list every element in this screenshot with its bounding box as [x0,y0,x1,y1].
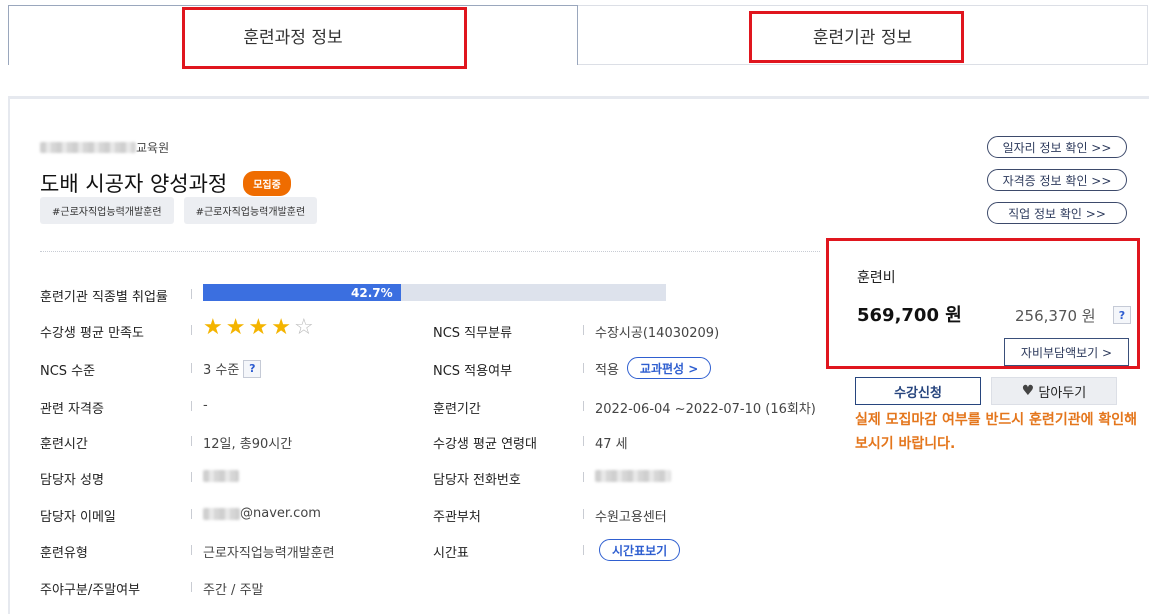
satisfaction-stars: ★ ★ ★ ★ ☆ [203,317,314,339]
heart-icon: ♥ [1021,383,1035,399]
curriculum-button[interactable]: 교과편성 > [626,357,712,379]
star-filled-icon: ★ [271,315,291,340]
divider [583,325,584,335]
tab-bar: 훈련과정 정보 훈련기관 정보 [8,5,1148,65]
course-title-row: 도배 시공자 양성과정 모집중 [40,168,291,198]
ncs-applied-value-row: 적용 교과편성 > [595,357,712,379]
help-button[interactable]: ? [243,359,262,378]
divider [191,325,192,335]
divider [583,545,584,555]
related-cert-value: - [203,398,208,413]
related-cert-label: 관련 자격증 [40,402,104,417]
divider [191,582,192,592]
ministry-value: 수원고용센터 [595,510,667,525]
divider [191,472,192,482]
divider [40,251,820,252]
employment-rate-value: 42.7% [351,285,393,300]
satisfaction-label: 수강생 평균 만족도 [40,326,144,341]
employment-rate-fill: 42.7% [203,284,401,301]
divider [191,545,192,555]
training-type-value: 근로자직업능력개발훈련 [203,546,335,561]
ministry-label: 주관부처 [433,510,481,525]
hashtag-list: #근로자직업능력개발훈련 #근로자직업능력개발훈련 [40,197,318,224]
training-fee-box: 훈련비 569,700 원 256,370 원 ? 자비부담액보기 > [826,238,1140,369]
divider [191,289,192,299]
redacted-manager-name [203,470,239,482]
divider [191,363,192,373]
ncs-applied-label: NCS 적용여부 [433,364,513,379]
training-hours-label: 훈련시간 [40,437,88,452]
manager-email-value-row: @naver.com [203,506,321,521]
divider [583,401,584,411]
employment-rate-label: 훈련기관 직종별 취업률 [40,290,168,305]
timetable-button[interactable]: 시간표보기 [599,539,681,561]
ncs-applied-value: 적용 [595,362,619,378]
training-hours-value: 12일, 총90시간 [203,437,293,452]
training-period-label: 훈련기간 [433,402,481,417]
fee-total: 569,700 원 [857,305,962,326]
tab-course-info[interactable]: 훈련과정 정보 [8,5,578,65]
star-filled-icon: ★ [203,315,223,340]
redacted-phone [595,470,671,482]
training-type-label: 훈련유형 [40,546,88,561]
star-filled-icon: ★ [225,315,246,340]
ncs-category-label: NCS 직무분류 [433,326,513,341]
self-pay-button[interactable]: 자비부담액보기 > [1004,338,1129,366]
help-button[interactable]: ? [1113,306,1131,324]
avg-age-value: 47 세 [595,437,628,452]
ncs-category-value: 수장시공(14030209) [595,326,720,341]
info-link-buttons: 일자리 정보 확인 >> 자격증 정보 확인 >> 직업 정보 확인 >> [987,136,1127,235]
divider [583,509,584,519]
timetable-label: 시간표 [433,546,469,561]
divider [191,509,192,519]
institution-suffix: 교육원 [136,141,170,155]
course-title: 도배 시공자 양성과정 [40,172,228,196]
day-night-label: 주야구분/주말여부 [40,583,141,598]
fee-title: 훈련비 [857,270,896,286]
status-badge: 모집중 [243,170,291,196]
tab-institution-info[interactable]: 훈련기관 정보 [578,5,1148,65]
divider [191,436,192,446]
institution-name: 교육원 [40,139,169,156]
manager-phone-label: 담당자 전화번호 [433,473,521,488]
ncs-level-label: NCS 수준 [40,364,96,379]
timetable-value-row: 시간표보기 [599,539,681,561]
wishlist-label: 담아두기 [1038,385,1087,401]
hashtag[interactable]: #근로자직업능력개발훈련 [183,197,318,224]
avg-age-label: 수강생 평균 연령대 [433,437,537,452]
day-night-value: 주간 / 주말 [203,583,264,598]
ncs-level-value-row: 3 수준 ? [203,359,262,378]
hashtag[interactable]: #근로자직업능력개발훈련 [40,197,174,224]
occupation-info-button[interactable]: 직업 정보 확인 >> [987,202,1127,224]
divider [583,363,584,373]
wishlist-button[interactable]: ♥ 담아두기 [991,377,1117,405]
ncs-level-value: 3 수준 [203,363,240,378]
star-empty-icon: ☆ [293,315,314,340]
manager-phone-value [595,470,671,482]
divider [583,436,584,446]
manager-email-label: 담당자 이메일 [40,510,116,525]
redacted-email-user [203,507,240,520]
certificate-info-button[interactable]: 자격증 정보 확인 >> [987,169,1127,191]
manager-name-value [203,470,239,482]
recruitment-notice: 실제 모집마감 여부를 반드시 훈련기관에 확인해보시기 바랍니다. [855,412,1137,452]
employment-rate-bar: 42.7% [203,284,666,301]
redacted-institution-name [40,142,136,153]
manager-name-label: 담당자 성명 [40,473,104,488]
star-filled-icon: ★ [248,315,269,340]
apply-button[interactable]: 수강신청 [855,377,981,405]
fee-self-pay: 256,370 원 [1015,307,1096,325]
manager-email-domain: @naver.com [240,506,321,521]
job-info-button[interactable]: 일자리 정보 확인 >> [987,136,1127,158]
training-period-value: 2022-06-04 ~2022-07-10 (16회차) [595,402,816,417]
divider [583,472,584,482]
divider [191,401,192,411]
